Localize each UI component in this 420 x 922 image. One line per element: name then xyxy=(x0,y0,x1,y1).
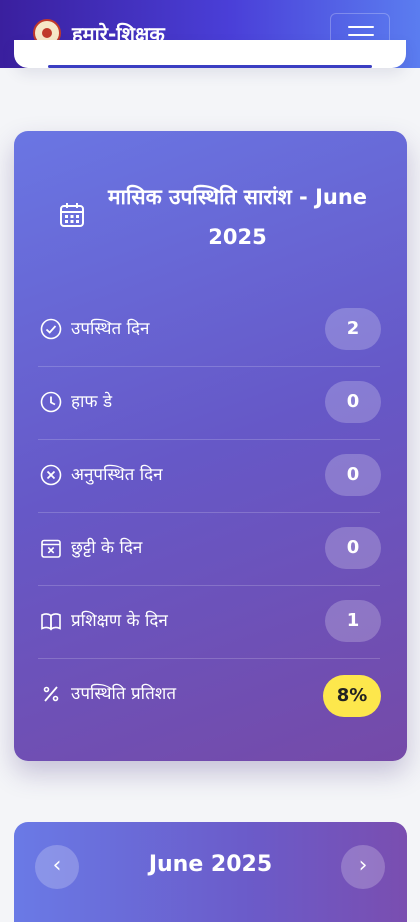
stat-label: उपस्थित दिन xyxy=(71,319,150,339)
calendar-card: ‹ June 2025 › xyxy=(14,822,407,922)
clock-icon xyxy=(40,391,62,413)
summary-title: मासिक उपस्थिति सारांश - June 2025 xyxy=(107,185,368,249)
stat-row-holiday: छुट्टी के दिन 0 xyxy=(38,512,381,586)
stat-row-present: उपस्थित दिन 2 xyxy=(38,293,381,367)
check-circle-icon xyxy=(40,318,62,340)
stat-value-badge: 0 xyxy=(325,527,381,569)
hamburger-menu-icon xyxy=(348,26,374,28)
stat-value-badge: 2 xyxy=(325,308,381,350)
stat-label: अनुपस्थित दिन xyxy=(71,465,163,485)
stat-row-training: प्रशिक्षण के दिन 1 xyxy=(38,585,381,659)
stat-row-percentage: उपस्थिति प्रतिशत 8% xyxy=(38,658,381,731)
stat-label: उपस्थिति प्रतिशत xyxy=(71,684,177,704)
next-month-button[interactable]: › xyxy=(341,845,385,889)
stat-label: प्रशिक्षण के दिन xyxy=(71,611,168,631)
stat-row-absent: अनुपस्थित दिन 0 xyxy=(38,439,381,513)
previous-card xyxy=(14,40,406,68)
hamburger-menu-icon-line xyxy=(348,34,374,36)
stat-label: हाफ डे xyxy=(71,392,113,412)
stat-row-half-day: हाफ डे 0 xyxy=(38,366,381,440)
percent-icon xyxy=(43,686,59,702)
attendance-percentage-badge: 8% xyxy=(323,675,381,717)
stat-value-badge: 0 xyxy=(325,381,381,423)
stat-label: छुट्टी के दिन xyxy=(71,538,143,558)
monthly-summary-card: मासिक उपस्थिति सारांश - June 2025 उपस्थि… xyxy=(14,131,407,761)
calendar-icon xyxy=(60,203,84,227)
calendar-x-icon xyxy=(41,539,61,558)
chevron-right-icon: › xyxy=(358,853,368,878)
stat-value-badge: 1 xyxy=(325,600,381,642)
book-icon xyxy=(41,613,61,631)
stat-value-badge: 0 xyxy=(325,454,381,496)
x-circle-icon xyxy=(40,464,62,486)
